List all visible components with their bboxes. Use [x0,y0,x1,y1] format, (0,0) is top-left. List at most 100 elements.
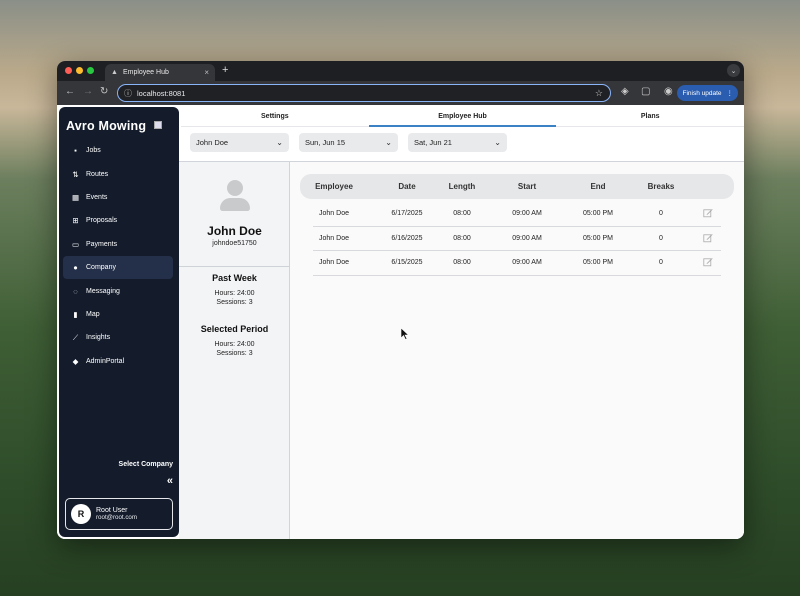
sidebar: Avro Mowing ▪ Jobs ⇅ Routes ▦ Events ⊞ Proposal… [59,107,179,537]
sidebar-item-label: Insights [86,334,111,342]
sidebar-item-label: Jobs [86,147,101,155]
tab-plans[interactable]: Plans [556,107,744,126]
sidebar-item-map[interactable]: ▮ Map [63,303,173,326]
company-icon: ● [73,263,78,273]
cell-employee: John Doe [319,210,349,217]
bookmark-star-icon[interactable]: ☆ [595,88,603,99]
finish-update-button[interactable]: Finish update ⋮ [677,85,738,101]
cell-start: 09:00 AM [512,234,542,242]
user-name: Root User [96,507,128,514]
user-silhouette-icon [220,180,250,212]
brand-logo-image [154,121,162,129]
end-date-value: Sat, Jun 21 [414,138,452,147]
sidebar-item-adminportal[interactable]: ◆ AdminPortal [63,350,173,373]
forward-icon[interactable]: → [83,86,93,97]
timesheet-table: Employee Date Length Start End Breaks John Do… [290,162,744,539]
section-tabs: Settings Employee Hub Plans [181,107,744,127]
user-email: root@root.com [96,514,138,521]
tab-search-icon[interactable]: ⌄ [727,64,740,77]
cell-breaks: 0 [659,234,663,242]
employee-select-value: John Doe [196,138,229,147]
sidebar-item-label: Routes [86,170,109,178]
past-week-title: Past Week [212,273,257,283]
avatar: R [71,504,91,524]
employee-profile-panel: John Doe johndoe51750 Past Week Hours: 2… [179,162,290,539]
collapse-sidebar-icon[interactable]: « [167,475,173,487]
cell-employee: John Doe [319,259,349,267]
end-date-select[interactable]: Sat, Jun 21 ⌄ [408,133,507,152]
routes-icon: ⇅ [72,169,79,179]
sidebar-item-events[interactable]: ▦ Events [63,186,173,209]
start-date-value: Sun, Jun 15 [305,138,346,147]
column-header-breaks[interactable]: Breaks [641,182,681,191]
sidebar-item-proposals[interactable]: ⊞ Proposals [63,209,173,232]
chevron-down-icon: ⌄ [494,138,501,147]
column-header-length[interactable]: Length [437,182,487,191]
extension-icon[interactable]: ◈ [621,86,629,97]
briefcase-icon: ▪ [74,146,77,156]
sidebar-item-label: Events [86,193,108,201]
sidebar-item-routes[interactable]: ⇅ Routes [63,162,173,185]
sidebar-nav: ▪ Jobs ⇅ Routes ▦ Events ⊞ Proposals ▭ Payments ● C… [63,139,173,373]
cell-breaks: 0 [659,210,663,217]
tab-employee-hub[interactable]: Employee Hub [368,107,557,127]
browser-window: ▲ Employee Hub × + ⌄ ← → ↻ ⓘ localhost:8… [57,61,744,539]
user-card[interactable]: R Root User root@root.com [65,498,173,530]
sidebar-item-jobs[interactable]: ▪ Jobs [63,139,173,162]
edit-icon[interactable] [703,257,713,267]
selected-period-title: Selected Period [200,324,269,334]
employee-select[interactable]: John Doe ⌄ [190,133,289,152]
site-info-icon[interactable]: ⓘ [124,88,132,99]
browser-toolbar: ← → ↻ ⓘ localhost:8081 ☆ ◈ ▢ ◉ Finish up… [57,81,744,105]
table-row[interactable]: John Doe 6/15/2025 08:00 09:00 AM 05:00 PM 0 [313,251,721,276]
browser-tab[interactable]: ▲ Employee Hub × [105,64,215,81]
brand-name: Avro Mowing [66,119,147,133]
edit-icon[interactable] [703,208,713,218]
select-company-label[interactable]: Select Company [119,461,173,468]
tab-settings[interactable]: Settings [181,107,369,126]
cell-breaks: 0 [659,259,663,267]
cell-start: 09:00 AM [512,259,542,267]
table-row[interactable]: John Doe 6/17/2025 08:00 09:00 AM 05:00 PM 0 [313,202,721,227]
calendar-icon: ▦ [71,192,80,202]
sidebar-item-company[interactable]: ● Company [63,255,173,280]
sidebar-item-label: Proposals [86,217,118,225]
chevron-down-icon: ⌄ [385,138,392,147]
chevron-down-icon: ⌄ [276,138,283,147]
cell-start: 09:00 AM [512,210,542,217]
column-header-employee[interactable]: Employee [299,182,369,191]
proposal-icon: ⊞ [72,216,79,226]
past-week-sessions: Sessions: 3 [216,299,253,306]
mouse-cursor-icon [401,328,409,340]
maximize-window-button[interactable] [87,67,94,74]
edit-icon[interactable] [703,233,713,243]
reload-icon[interactable]: ↻ [100,86,108,97]
minimize-window-button[interactable] [76,67,83,74]
column-header-end[interactable]: End [568,182,628,191]
window-controls [65,67,94,74]
cell-end: 05:00 PM [583,234,613,242]
sidebar-item-messaging[interactable]: ◌ Messaging [63,279,173,302]
cell-date: 6/17/2025 [391,210,423,217]
cell-date: 6/15/2025 [391,259,423,267]
address-bar[interactable]: ⓘ localhost:8081 ☆ [117,84,611,102]
new-tab-icon[interactable]: + [222,64,228,76]
sidebar-item-label: AdminPortal [86,357,125,365]
profile-icon[interactable]: ◉ [664,86,673,97]
close-window-button[interactable] [65,67,72,74]
column-header-date[interactable]: Date [377,182,437,191]
column-header-start[interactable]: Start [497,182,557,191]
sidebar-item-label: Map [86,310,100,318]
start-date-select[interactable]: Sun, Jun 15 ⌄ [299,133,398,152]
back-icon[interactable]: ← [65,86,75,97]
chat-icon: ◌ [73,286,78,296]
sidebar-item-insights[interactable]: ⟋ Insights [63,326,173,349]
sidebar-item-payments[interactable]: ▭ Payments [63,233,173,256]
cell-length: 08:00 [453,210,471,217]
profile-name: John Doe [207,224,262,238]
close-tab-icon[interactable]: × [204,68,209,77]
sidebar-item-label: Payments [86,240,118,248]
table-row[interactable]: John Doe 6/16/2025 08:00 09:00 AM 05:00 PM 0 [313,227,721,252]
menu-kebab-icon: ⋮ [726,90,734,97]
extensions-puzzle-icon[interactable]: ▢ [641,86,650,97]
